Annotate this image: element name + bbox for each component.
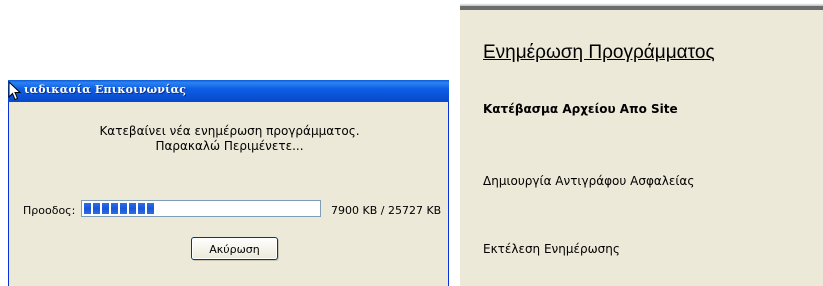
step-backup: Δημιουργία Αντιγράφου Ασφαλείας bbox=[483, 174, 695, 188]
status-message-line-1: Κατεβαίνει νέα ενημέρωση προγράμματος. bbox=[99, 124, 360, 138]
step-run-update: Εκτέλεση Ενημέρωσης bbox=[483, 242, 620, 256]
download-progress-bar bbox=[81, 200, 321, 217]
communication-dialog: ιαδικασία Επικοινωνίας Κατεβαίνει νέα εν… bbox=[8, 80, 449, 286]
progress-block bbox=[84, 203, 91, 214]
progress-size-text: 7900 KB / 25727 KB bbox=[331, 204, 442, 217]
update-steps-panel: Ενημέρωση Προγράμματος Κατέβασμα Αρχείου… bbox=[460, 6, 823, 286]
panel-title: Ενημέρωση Προγράμματος bbox=[483, 42, 715, 63]
progress-label: Προοδος: bbox=[23, 204, 76, 217]
dialog-titlebar[interactable]: ιαδικασία Επικοινωνίας bbox=[8, 80, 449, 102]
dialog-title: ιαδικασία Επικοινωνίας bbox=[24, 83, 187, 96]
status-message: Κατεβαίνει νέα ενημέρωση προγράμματος. Π… bbox=[9, 124, 450, 154]
status-message-line-2: Παρακαλώ Περιμένετε... bbox=[155, 139, 304, 153]
progress-block bbox=[93, 203, 100, 214]
progress-block bbox=[129, 203, 136, 214]
progress-block bbox=[111, 203, 118, 214]
cancel-button[interactable]: Ακύρωση bbox=[191, 237, 278, 260]
progress-block bbox=[138, 203, 145, 214]
step-download: Κατέβασμα Αρχείου Απο Site bbox=[483, 102, 678, 116]
progress-block bbox=[120, 203, 127, 214]
mouse-cursor-icon bbox=[8, 81, 22, 101]
progress-block bbox=[147, 203, 154, 214]
progress-fill bbox=[84, 203, 154, 214]
progress-block bbox=[102, 203, 109, 214]
